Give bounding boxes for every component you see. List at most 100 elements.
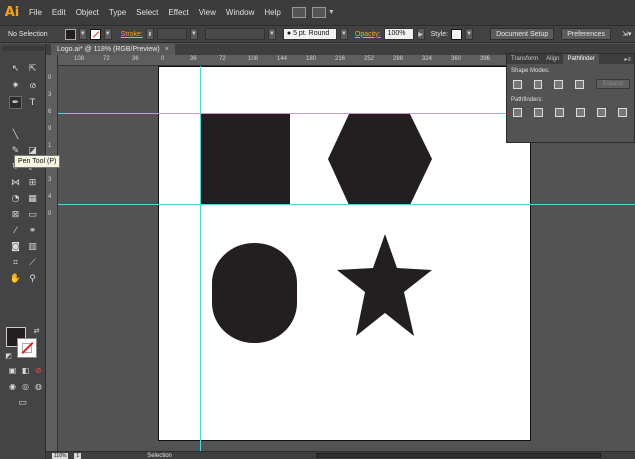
stroke-link[interactable]: Stroke:	[121, 31, 143, 38]
menu-file[interactable]: File	[24, 8, 47, 17]
brush-value: 5 pt. Round	[293, 30, 330, 37]
fill-color-swatch[interactable]	[64, 28, 76, 40]
hand-tool-icon[interactable]: ✋	[9, 272, 22, 285]
fill-dropdown-icon[interactable]: ▼	[78, 28, 87, 40]
artboard[interactable]	[158, 66, 531, 441]
free-transform-tool-icon[interactable]: ⊞	[26, 176, 39, 189]
exclude-icon[interactable]	[574, 79, 584, 89]
lasso-tool-icon[interactable]: ര	[26, 79, 39, 92]
ruler-tick-label: 36	[132, 56, 139, 62]
zoom-field[interactable]: 118%	[52, 452, 69, 459]
width-tool-icon[interactable]: ⋈	[9, 176, 22, 189]
divide-icon[interactable]	[513, 108, 522, 117]
graphic-style-swatch[interactable]	[451, 28, 463, 40]
minus-front-icon[interactable]	[533, 79, 543, 89]
slice-tool-icon[interactable]: ⟋	[26, 256, 39, 269]
stroke-weight-stepper[interactable]: ⬍	[145, 28, 154, 40]
ruler-tick-label: 0	[48, 75, 52, 81]
panel-menu-icon[interactable]: ▸≡	[624, 56, 634, 63]
horizontal-guide[interactable]	[58, 204, 635, 205]
stroke-weight-field[interactable]	[156, 28, 187, 40]
ruler-tick-label: 216	[335, 56, 346, 62]
menu-help[interactable]: Help	[259, 8, 285, 17]
menu-view[interactable]: View	[194, 8, 221, 17]
type-tool-icon[interactable]: T	[26, 96, 39, 109]
stroke-weight-dropdown-icon[interactable]: ▼	[189, 28, 198, 40]
opacity-dropdown-icon[interactable]: ▶	[416, 28, 425, 40]
default-fill-stroke-icon[interactable]: ◩	[2, 349, 15, 362]
opacity-link[interactable]: Opacity:	[355, 31, 381, 38]
stroke-color-swatch[interactable]	[89, 28, 101, 40]
artboard-number-field[interactable]: 1	[74, 452, 82, 459]
gradient-tool-icon[interactable]: ▭	[26, 208, 39, 221]
artboard-tool-icon[interactable]: ⌗	[9, 256, 22, 269]
draw-inside-icon[interactable]: ◍	[32, 380, 45, 393]
color-mode-icon[interactable]: ▣	[6, 364, 19, 377]
ruler-tick-label: 360	[451, 56, 462, 62]
trim-icon[interactable]	[534, 108, 543, 117]
preferences-button[interactable]: Preferences	[561, 28, 611, 40]
menu-select[interactable]: Select	[131, 8, 163, 17]
opacity-input[interactable]: 100%	[383, 28, 414, 40]
ruler-tick-label: 3	[48, 92, 52, 98]
gradient-mode-icon[interactable]: ◧	[19, 364, 32, 377]
merge-icon[interactable]	[555, 108, 564, 117]
column-graph-tool-icon[interactable]: ▥	[26, 240, 39, 253]
tab-pathfinder[interactable]: Pathfinder	[563, 54, 599, 64]
minus-back-icon[interactable]	[618, 108, 627, 117]
arrange-documents-button[interactable]: ▼	[311, 7, 335, 18]
magic-wand-tool-icon[interactable]: ✷	[9, 79, 22, 92]
star-shape[interactable]	[337, 234, 432, 336]
tab-transform[interactable]: Transform	[507, 54, 542, 64]
pathfinder-panel: Transform Align Pathfinder ▸≡ Shape Mode…	[506, 53, 635, 143]
shape-builder-tool-icon[interactable]: ◔	[9, 192, 22, 205]
blend-tool-icon[interactable]: ⚭	[26, 224, 39, 237]
brush-definition-field[interactable]: ● 5 pt. Round	[282, 28, 337, 40]
brush-dropdown-icon[interactable]: ▼	[339, 28, 348, 40]
menu-window[interactable]: Window	[221, 8, 259, 17]
tab-align[interactable]: Align	[542, 54, 563, 64]
menu-edit[interactable]: Edit	[47, 8, 71, 17]
draw-behind-icon[interactable]: ◎	[19, 380, 32, 393]
pen-tool-icon[interactable]: ✒	[9, 96, 22, 109]
screen-mode-icon[interactable]: ▭	[16, 396, 29, 409]
unite-icon[interactable]	[513, 79, 522, 89]
vertical-guide[interactable]	[200, 66, 201, 459]
symbol-sprayer-tool-icon[interactable]: ◙	[9, 240, 22, 253]
stroke-dropdown-icon[interactable]: ▼	[103, 28, 112, 40]
rounded-rectangle-shape[interactable]	[212, 243, 297, 343]
draw-mode-icon[interactable]: ◉	[6, 380, 19, 393]
panel-grip[interactable]	[2, 46, 44, 51]
zoom-tool-icon[interactable]: ⚲	[26, 272, 39, 285]
vertical-ruler[interactable]: 036912340	[46, 55, 58, 459]
bridge-button[interactable]	[291, 7, 306, 18]
intersect-icon[interactable]	[554, 79, 563, 89]
close-icon[interactable]: ×	[165, 46, 169, 53]
hexagon-shape[interactable]	[328, 114, 432, 205]
expand-button[interactable]: Expand	[595, 79, 630, 89]
swap-fill-stroke-icon[interactable]: ⇄	[30, 324, 43, 337]
horizontal-scrollbar[interactable]	[316, 453, 601, 458]
outline-icon[interactable]	[597, 108, 606, 117]
variable-width-profile[interactable]	[204, 28, 265, 40]
ruler-tick-label: 0	[161, 56, 165, 62]
document-tab[interactable]: Logo.ai* @ 118% (RGB/Preview) ×	[51, 44, 175, 55]
square-shape[interactable]	[201, 114, 290, 205]
perspective-grid-tool-icon[interactable]: ▦	[26, 192, 39, 205]
menu-effect[interactable]: Effect	[163, 8, 193, 17]
profile-dropdown-icon[interactable]: ▼	[267, 28, 276, 40]
none-mode-icon[interactable]: ⊘	[32, 364, 45, 377]
stroke-swatch[interactable]	[17, 338, 37, 358]
document-setup-button[interactable]: Document Setup	[490, 28, 555, 40]
style-dropdown-icon[interactable]: ▼	[465, 28, 474, 40]
crop-icon[interactable]	[576, 108, 585, 117]
panel-tabs: Transform Align Pathfinder ▸≡	[507, 54, 634, 64]
menu-object[interactable]: Object	[71, 8, 104, 17]
direct-selection-tool-icon[interactable]: ⇱	[26, 62, 39, 75]
line-segment-tool-icon[interactable]: ╲	[9, 128, 22, 141]
mesh-tool-icon[interactable]: ⊠	[9, 208, 22, 221]
eyedropper-tool-icon[interactable]: ⁄	[9, 224, 22, 237]
selection-tool-icon[interactable]: ↖	[9, 62, 22, 75]
menu-type[interactable]: Type	[104, 8, 131, 17]
panel-options-icon[interactable]: ⇲▾	[622, 30, 631, 38]
